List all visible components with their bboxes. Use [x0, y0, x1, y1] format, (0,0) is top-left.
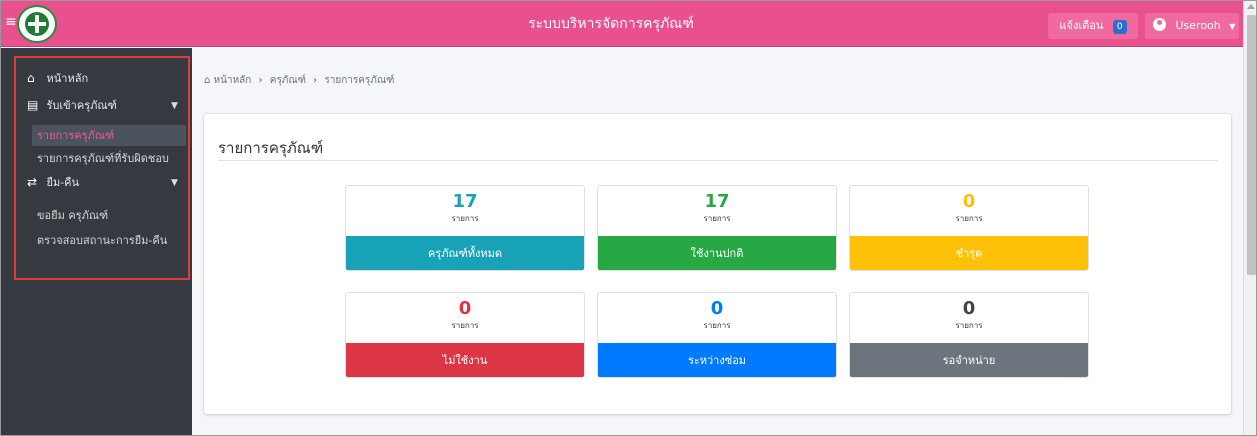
stat-card-unused[interactable]: 0 รายการ ไม่ใช้งาน — [345, 292, 585, 378]
stat-card-pending-disposal[interactable]: 0 รายการ รอจำหน่าย — [849, 292, 1089, 378]
breadcrumb-home[interactable]: หน้าหลัก — [214, 75, 252, 86]
stat-unit: รายการ — [703, 214, 731, 223]
home-icon: ⌂ — [27, 71, 35, 85]
sidebar-item-home[interactable]: ⌂ หน้าหลัก — [27, 67, 88, 89]
sidebar-item-borrow-status[interactable]: ตรวจสอบสถานะการยืม-คืน — [37, 231, 167, 251]
stat-value: 17 — [704, 191, 730, 212]
breadcrumb: ⌂ หน้าหลัก › ครุภัณฑ์ › รายการครุภัณฑ์ — [204, 73, 394, 88]
breadcrumb-current: รายการครุภัณฑ์ — [324, 75, 395, 86]
stat-label: ไม่ใช้งาน — [346, 343, 584, 377]
sidebar-item-equipment-list[interactable]: รายการครุภัณฑ์ — [32, 125, 186, 146]
stat-value: 0 — [962, 298, 976, 319]
stat-card-total[interactable]: 17 รายการ ครุภัณฑ์ทั้งหมด — [345, 185, 585, 271]
sidebar-item-borrow-request[interactable]: ขอยืม ครุภัณฑ์ — [37, 206, 108, 226]
app-window: ≡ ระบบบริหารจัดการครุภัณฑ์ แจ้งเตือน 0 U… — [0, 0, 1257, 436]
stat-value: 0 — [458, 298, 472, 319]
equipment-summary-card: รายการครุภัณฑ์ 17 รายการ ครุภัณฑ์ทั้งหมด… — [204, 114, 1231, 414]
app-title: ระบบบริหารจัดการครุภัณฑ์ — [528, 16, 694, 32]
exchange-icon: ⇄ — [27, 175, 38, 189]
page-title: รายการครุภัณฑ์ — [218, 139, 324, 157]
caret-down-icon: ▼ — [1229, 22, 1236, 31]
stat-value: 0 — [710, 298, 724, 319]
stat-unit: รายการ — [703, 321, 731, 330]
breadcrumb-separator-icon: › — [313, 75, 318, 86]
stat-card-damaged[interactable]: 0 รายการ ชำรุด — [849, 185, 1089, 271]
user-menu-button[interactable]: Userooh ▼ — [1145, 13, 1239, 39]
stat-label: ใช้งานปกติ — [598, 236, 836, 270]
stat-label: ครุภัณฑ์ทั้งหมด — [346, 236, 584, 270]
clipboard-icon: ▤ — [27, 98, 39, 112]
main-content: ⌂ หน้าหลัก › ครุภัณฑ์ › รายการครุภัณฑ์ ร… — [192, 48, 1243, 435]
stat-card-repairing[interactable]: 0 รายการ ระหว่างซ่อม — [597, 292, 837, 378]
sidebar: ⌂ หน้าหลัก ▤ รับเข้าครุภัณฑ์ ▼ รายการครุ… — [1, 48, 192, 435]
page-scrollbar[interactable] — [1243, 1, 1256, 435]
stat-label: รอจำหน่าย — [850, 343, 1088, 377]
stat-unit: รายการ — [451, 321, 479, 330]
home-icon: ⌂ — [204, 75, 211, 86]
stat-value: 0 — [962, 191, 976, 212]
top-navbar: ≡ ระบบบริหารจัดการครุภัณฑ์ แจ้งเตือน 0 U… — [1, 1, 1243, 47]
stat-label: ระหว่างซ่อม — [598, 343, 836, 377]
breadcrumb-equipment[interactable]: ครุภัณฑ์ — [270, 75, 306, 86]
chevron-down-icon[interactable]: ▼ — [171, 101, 178, 111]
sidebar-group-receive[interactable]: ▤ รับเข้าครุภัณฑ์ — [27, 94, 117, 116]
user-circle-icon — [1153, 18, 1166, 31]
stat-label: ชำรุด — [850, 236, 1088, 270]
sidebar-item-label: ยืม-คืน — [46, 176, 80, 189]
stat-unit: รายการ — [955, 214, 983, 223]
divider — [218, 160, 1218, 161]
sidebar-item-label: หน้าหลัก — [46, 72, 89, 85]
stat-card-in-use[interactable]: 17 รายการ ใช้งานปกติ — [597, 185, 837, 271]
notification-label: แจ้งเตือน — [1059, 19, 1104, 32]
notification-button[interactable]: แจ้งเตือน 0 — [1048, 13, 1138, 39]
stat-unit: รายการ — [955, 321, 983, 330]
breadcrumb-separator-icon: › — [258, 75, 263, 86]
chevron-down-icon[interactable]: ▼ — [171, 178, 178, 188]
user-name: Userooh — [1175, 19, 1221, 32]
scroll-thumb[interactable] — [1247, 15, 1256, 275]
notification-count-badge: 0 — [1112, 20, 1127, 34]
sidebar-item-responsible-equipment[interactable]: รายการครุภัณฑ์ที่รับผิดชอบ — [37, 149, 169, 169]
scroll-up-icon[interactable] — [1247, 4, 1255, 9]
stat-unit: รายการ — [451, 214, 479, 223]
stat-value: 17 — [452, 191, 478, 212]
sidebar-item-label: รับเข้าครุภัณฑ์ — [46, 99, 117, 112]
sidebar-group-borrow[interactable]: ⇄ ยืม-คืน — [27, 171, 79, 193]
